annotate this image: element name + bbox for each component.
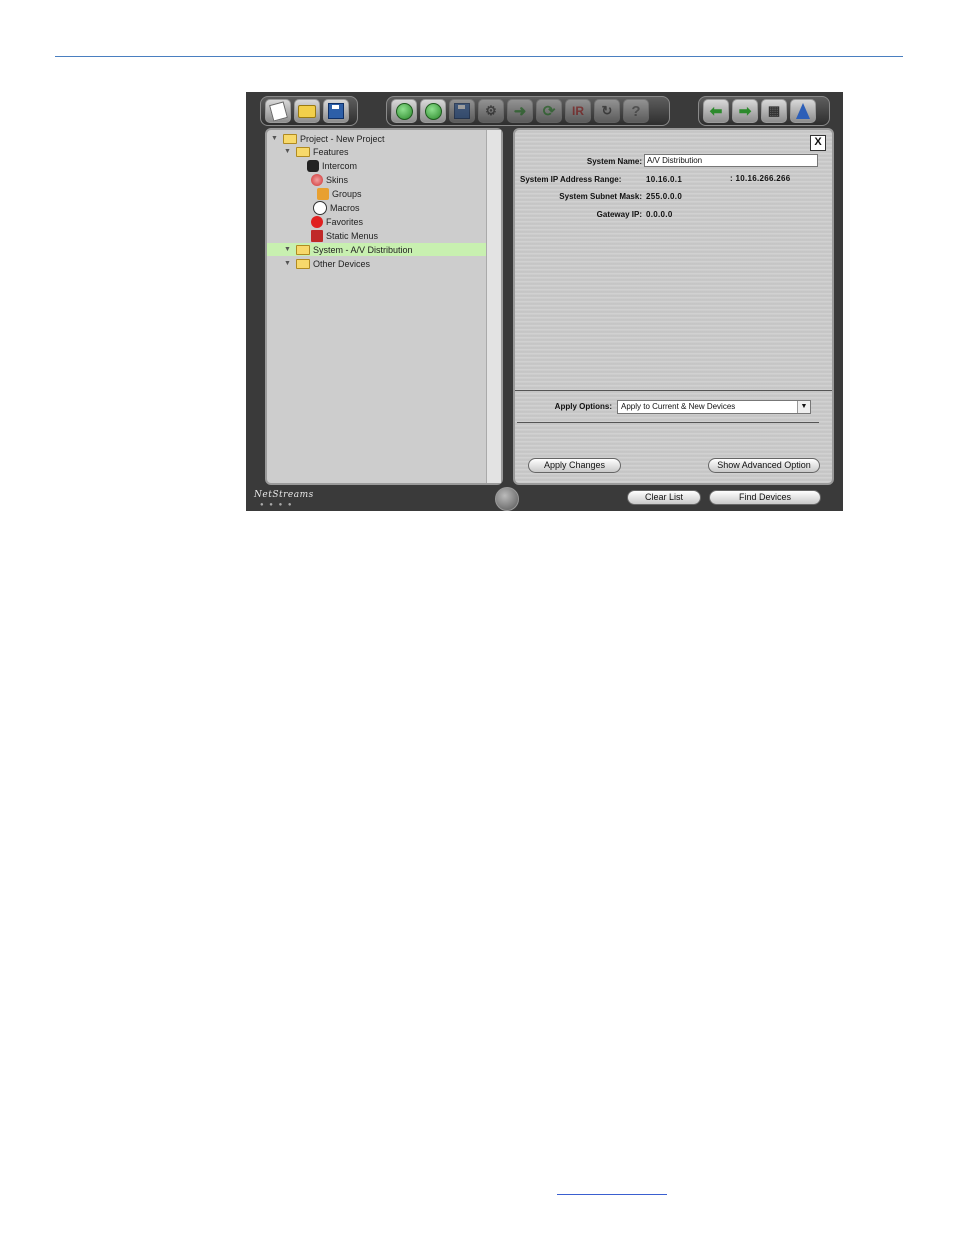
tree-item-project[interactable]: ▼ Project - New Project xyxy=(271,132,385,145)
app-window: ⚙ ➜ ⟳ IR ↻ ? ⬅ ➡ ▦ ▼ Project - New Proje… xyxy=(246,92,843,511)
tree-item-label: Groups xyxy=(332,188,362,199)
export-button[interactable]: ➡ xyxy=(732,99,758,123)
project-tree: ▼ Project - New Project ▼ Features Inter… xyxy=(265,128,503,485)
ir-button[interactable]: IR xyxy=(565,99,591,123)
groups-icon xyxy=(317,187,329,200)
toolbar-file-group xyxy=(260,96,358,126)
toolbar-tools-group: ⬅ ➡ ▦ xyxy=(698,96,830,126)
new-document-icon xyxy=(268,100,288,122)
macros-icon xyxy=(313,200,327,215)
help-button[interactable]: ? xyxy=(623,99,649,123)
footer-link-underline[interactable] xyxy=(557,1194,667,1195)
panel-divider xyxy=(515,390,832,391)
tree-item-label: Features xyxy=(313,146,349,157)
folder-icon xyxy=(298,104,316,118)
apply-options-label: Apply Options: xyxy=(554,402,612,411)
find-devices-button[interactable]: Find Devices xyxy=(709,490,821,505)
apply-options-value: Apply to Current & New Devices xyxy=(621,402,736,411)
settings-button[interactable]: ⚙ xyxy=(478,99,504,123)
tree-item-favorites[interactable]: Favorites xyxy=(311,215,363,228)
tree-item-label: Project - New Project xyxy=(300,133,385,144)
sync-icon: ⟳ xyxy=(542,103,556,120)
tree-scrollbar[interactable] xyxy=(486,130,501,483)
ip-range-end: : 10.16.266.266 xyxy=(730,174,791,183)
folder-icon xyxy=(296,244,310,255)
system-name-label: System Name: xyxy=(586,157,642,166)
static-menus-icon xyxy=(311,229,323,242)
tree-item-system[interactable]: ▼ System - A/V Distribution xyxy=(267,243,487,256)
import-icon: ⬅ xyxy=(709,103,723,120)
wizard-hat-icon xyxy=(796,103,810,119)
clear-list-button[interactable]: Clear List xyxy=(627,490,701,505)
gateway-ip-label: Gateway IP: xyxy=(596,210,642,219)
folder-icon xyxy=(283,133,297,144)
sources-button[interactable] xyxy=(449,99,475,123)
open-project-button[interactable] xyxy=(294,99,320,123)
network-icon: ▦ xyxy=(767,103,781,118)
tree-item-macros[interactable]: Macros xyxy=(313,200,360,215)
expanded-arrow-icon: ▼ xyxy=(284,260,291,267)
tree-item-other-devices[interactable]: ▼ Other Devices xyxy=(284,257,370,270)
tree-item-label: Skins xyxy=(326,174,349,185)
logo-dots: ● ● ● ● xyxy=(260,502,294,508)
subnet-mask-label: System Subnet Mask: xyxy=(559,192,642,201)
skins-icon xyxy=(311,173,323,186)
arrow-right-icon: ➜ xyxy=(513,103,527,120)
network-button[interactable]: ▦ xyxy=(761,99,787,123)
expanded-arrow-icon: ▼ xyxy=(284,148,291,155)
import-button[interactable]: ⬅ xyxy=(703,99,729,123)
forward-button[interactable]: ➜ xyxy=(507,99,533,123)
add-device-button[interactable] xyxy=(391,99,417,123)
help-icon: ? xyxy=(631,102,641,120)
globe-remove-icon xyxy=(424,102,442,120)
tree-item-groups[interactable]: Groups xyxy=(317,187,362,200)
media-icon xyxy=(454,103,470,119)
tree-item-label: Static Menus xyxy=(326,230,379,241)
chevron-down-icon[interactable]: ▼ xyxy=(797,401,810,413)
netstreams-logo: NetStreams xyxy=(254,490,314,500)
ir-icon: IR xyxy=(572,104,584,118)
apply-changes-button[interactable]: Apply Changes xyxy=(528,458,621,473)
subnet-mask-value: 255.0.0.0 xyxy=(646,192,683,201)
ip-range-label: System IP Address Range: xyxy=(520,175,622,184)
expanded-arrow-icon: ▼ xyxy=(284,246,291,253)
refresh-button[interactable]: ↻ xyxy=(594,99,620,123)
intercom-icon xyxy=(307,159,319,172)
apply-options-select[interactable]: Apply to Current & New Devices ▼ xyxy=(617,400,811,414)
folder-icon xyxy=(296,258,310,269)
tree-item-intercom[interactable]: Intercom xyxy=(307,159,357,172)
wizard-button[interactable] xyxy=(790,99,816,123)
gear-icon: ⚙ xyxy=(485,103,497,118)
new-project-button[interactable] xyxy=(265,99,291,123)
page-top-rule xyxy=(55,56,903,57)
sync-button[interactable]: ⟳ xyxy=(536,99,562,123)
system-properties-panel: X System Name: A/V Distribution System I… xyxy=(513,128,834,485)
show-advanced-option-button[interactable]: Show Advanced Option xyxy=(708,458,820,473)
system-name-input[interactable]: A/V Distribution xyxy=(644,154,818,167)
tree-item-static-menus[interactable]: Static Menus xyxy=(311,229,378,242)
globe-add-icon xyxy=(395,102,413,120)
remove-device-button[interactable] xyxy=(420,99,446,123)
status-globe-icon xyxy=(495,487,519,511)
close-panel-button[interactable]: X xyxy=(810,135,826,151)
folder-icon xyxy=(296,146,310,157)
expanded-arrow-icon: ▼ xyxy=(271,135,278,142)
disk-icon xyxy=(328,103,344,119)
tree-item-label: Favorites xyxy=(326,216,364,227)
tree-item-label: Other Devices xyxy=(313,258,371,269)
export-icon: ➡ xyxy=(738,103,752,120)
panel-divider xyxy=(517,422,819,423)
tree-item-features[interactable]: ▼ Features xyxy=(284,145,349,158)
toolbar-device-group: ⚙ ➜ ⟳ IR ↻ ? xyxy=(386,96,670,126)
gateway-ip-value: 0.0.0.0 xyxy=(646,210,673,219)
favorites-heart-icon xyxy=(311,215,323,228)
save-project-button[interactable] xyxy=(323,99,349,123)
tree-item-skins[interactable]: Skins xyxy=(311,173,348,186)
tree-item-label: Intercom xyxy=(322,160,358,171)
tree-item-label: Macros xyxy=(330,202,360,213)
ip-range-start: 10.16.0.1 xyxy=(646,175,683,184)
tree-item-label: System - A/V Distribution xyxy=(313,244,413,255)
refresh-icon: ↻ xyxy=(601,103,613,118)
